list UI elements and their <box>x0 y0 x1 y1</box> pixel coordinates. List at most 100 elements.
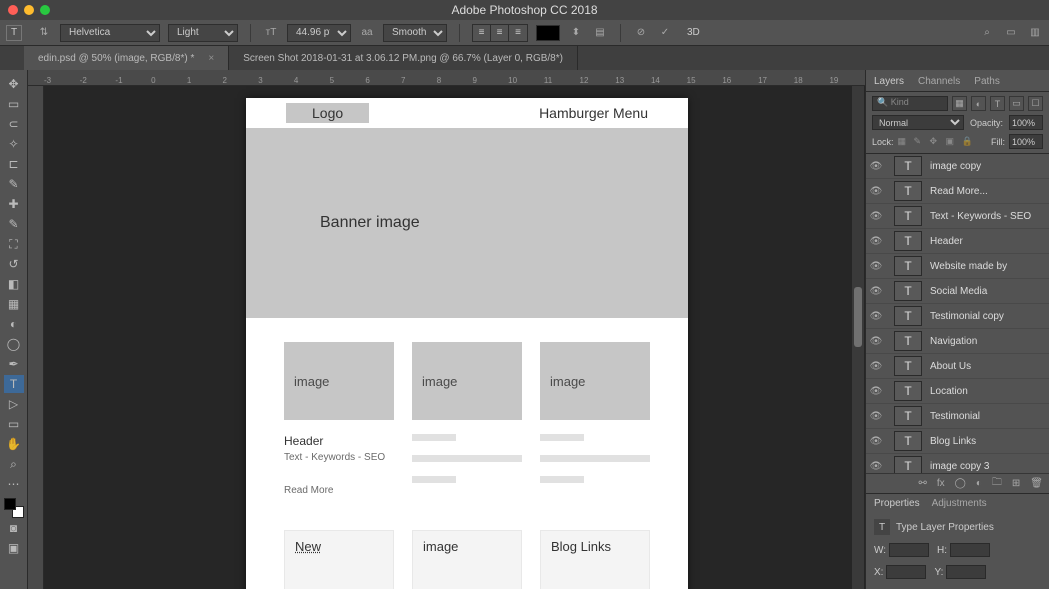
share-icon[interactable]: ▭ <box>1003 25 1019 41</box>
close-tab-icon[interactable]: × <box>208 53 214 64</box>
layer-thumb[interactable]: T <box>894 456 922 473</box>
tab-properties[interactable]: Properties <box>874 498 920 509</box>
font-style-select[interactable]: Light <box>168 24 238 42</box>
eraser-tool-icon[interactable]: ◧ <box>4 275 24 293</box>
layer-row[interactable]: 👁 T About Us <box>866 354 1049 379</box>
mock-editing-text[interactable]: New <box>284 530 394 589</box>
ruler-vertical[interactable] <box>28 70 44 589</box>
canvas-area[interactable]: -3-2-1012345678910111213141516171819 Log… <box>28 70 865 589</box>
type-tool-icon[interactable]: T <box>4 375 24 393</box>
delete-layer-icon[interactable]: 🗑 <box>1030 478 1043 489</box>
minimize-window-icon[interactable] <box>24 5 34 15</box>
filter-type-icon[interactable]: T <box>990 96 1005 111</box>
layer-thumb[interactable]: T <box>894 306 922 326</box>
brush-tool-icon[interactable]: ✎ <box>4 215 24 233</box>
edit-toolbar-icon[interactable]: ⋯ <box>4 475 24 493</box>
layer-thumb[interactable]: T <box>894 406 922 426</box>
group-icon[interactable]: 🗀 <box>992 475 1002 492</box>
doc-tab-2[interactable]: Screen Shot 2018-01-31 at 3.06.12 PM.png… <box>229 46 578 70</box>
lasso-tool-icon[interactable]: ⊂ <box>4 115 24 133</box>
layer-row[interactable]: 👁 T Social Media <box>866 279 1049 304</box>
zoom-window-icon[interactable] <box>40 5 50 15</box>
filter-smart-icon[interactable]: ☐ <box>1028 96 1043 111</box>
align-left-icon[interactable]: ≡ <box>473 25 491 41</box>
mask-icon[interactable]: ◯ <box>955 478 966 489</box>
fx-icon[interactable]: fx <box>937 478 945 489</box>
blend-mode-select[interactable]: Normal <box>872 115 964 130</box>
text-tool-icon[interactable]: T <box>6 25 22 41</box>
adjustment-icon[interactable]: ◐ <box>976 478 982 489</box>
prop-y-input[interactable] <box>946 565 986 579</box>
blur-tool-icon[interactable]: ◐ <box>4 315 24 333</box>
scrollbar-thumb[interactable] <box>854 287 862 347</box>
layer-row[interactable]: 👁 T Website made by <box>866 254 1049 279</box>
visibility-icon[interactable]: 👁 <box>866 361 886 372</box>
font-size-select[interactable]: 44.96 pt <box>287 24 351 42</box>
layer-row[interactable]: 👁 T Testimonial copy <box>866 304 1049 329</box>
layer-row[interactable]: 👁 T Testimonial <box>866 404 1049 429</box>
crop-tool-icon[interactable]: ⊏ <box>4 155 24 173</box>
wand-tool-icon[interactable]: ✧ <box>4 135 24 153</box>
gradient-tool-icon[interactable]: ▦ <box>4 295 24 313</box>
layer-thumb[interactable]: T <box>894 156 922 176</box>
layer-row[interactable]: 👁 T Text - Keywords - SEO <box>866 204 1049 229</box>
visibility-icon[interactable]: 👁 <box>866 311 886 322</box>
warp-text-icon[interactable]: ⬍ <box>568 25 584 41</box>
tab-channels[interactable]: Channels <box>918 76 960 91</box>
layer-thumb[interactable]: T <box>894 381 922 401</box>
layer-row[interactable]: 👁 T image copy <box>866 154 1049 179</box>
tab-layers[interactable]: Layers <box>874 76 904 91</box>
link-layers-icon[interactable]: ⚯ <box>918 478 926 489</box>
ruler-horizontal[interactable]: -3-2-1012345678910111213141516171819 <box>28 70 865 86</box>
lock-transparent-icon[interactable]: ▦ <box>898 136 910 148</box>
path-select-tool-icon[interactable]: ▷ <box>4 395 24 413</box>
prop-x-input[interactable] <box>886 565 926 579</box>
fg-bg-color[interactable] <box>4 498 24 518</box>
align-center-icon[interactable]: ≡ <box>491 25 509 41</box>
lock-pixels-icon[interactable]: ✎ <box>914 136 926 148</box>
document-canvas[interactable]: Logo Hamburger Menu Banner image image H… <box>246 98 688 589</box>
visibility-icon[interactable]: 👁 <box>866 436 886 447</box>
align-right-icon[interactable]: ≡ <box>509 25 527 41</box>
lock-all-icon[interactable]: 🔒 <box>962 136 974 148</box>
commit-edit-icon[interactable]: ✓ <box>657 25 673 41</box>
prop-w-input[interactable] <box>889 543 929 557</box>
toggle-orientation-icon[interactable]: ⇅ <box>36 25 52 41</box>
visibility-icon[interactable]: 👁 <box>866 286 886 297</box>
workspace-icon[interactable]: ▥ <box>1027 25 1043 41</box>
visibility-icon[interactable]: 👁 <box>866 161 886 172</box>
font-family-select[interactable]: Helvetica <box>60 24 160 42</box>
new-layer-icon[interactable]: ⊞ <box>1012 478 1020 489</box>
filter-shape-icon[interactable]: ▭ <box>1009 96 1024 111</box>
filter-pixel-icon[interactable]: ▦ <box>952 96 967 111</box>
layer-row[interactable]: 👁 T Blog Links <box>866 429 1049 454</box>
fill-input[interactable] <box>1009 134 1043 149</box>
opacity-input[interactable] <box>1009 115 1043 130</box>
cancel-edit-icon[interactable]: ⊘ <box>633 25 649 41</box>
layer-thumb[interactable]: T <box>894 206 922 226</box>
lock-artboard-icon[interactable]: ▣ <box>946 136 958 148</box>
lock-position-icon[interactable]: ✥ <box>930 136 942 148</box>
zoom-tool-icon[interactable]: ⌕ <box>4 455 24 473</box>
text-color-swatch[interactable] <box>536 25 560 41</box>
tab-paths[interactable]: Paths <box>974 76 1000 91</box>
stamp-tool-icon[interactable]: ⛶ <box>4 235 24 253</box>
visibility-icon[interactable]: 👁 <box>866 236 886 247</box>
dodge-tool-icon[interactable]: ◯ <box>4 335 24 353</box>
layer-thumb[interactable]: T <box>894 256 922 276</box>
doc-tab-1[interactable]: edin.psd @ 50% (image, RGB/8*) *× <box>24 46 229 70</box>
marquee-tool-icon[interactable]: ▭ <box>4 95 24 113</box>
layer-row[interactable]: 👁 T Read More... <box>866 179 1049 204</box>
prop-h-input[interactable] <box>950 543 990 557</box>
quickmask-icon[interactable]: ◙ <box>4 519 24 537</box>
layer-thumb[interactable]: T <box>894 231 922 251</box>
visibility-icon[interactable]: 👁 <box>866 461 886 472</box>
filter-adjust-icon[interactable]: ◐ <box>971 96 986 111</box>
canvas-scrollbar[interactable] <box>852 86 864 589</box>
history-brush-tool-icon[interactable]: ↺ <box>4 255 24 273</box>
layer-row[interactable]: 👁 T Location <box>866 379 1049 404</box>
character-panel-icon[interactable]: ▤ <box>592 25 608 41</box>
visibility-icon[interactable]: 👁 <box>866 411 886 422</box>
search-icon[interactable]: ⌕ <box>979 25 995 41</box>
hand-tool-icon[interactable]: ✋ <box>4 435 24 453</box>
